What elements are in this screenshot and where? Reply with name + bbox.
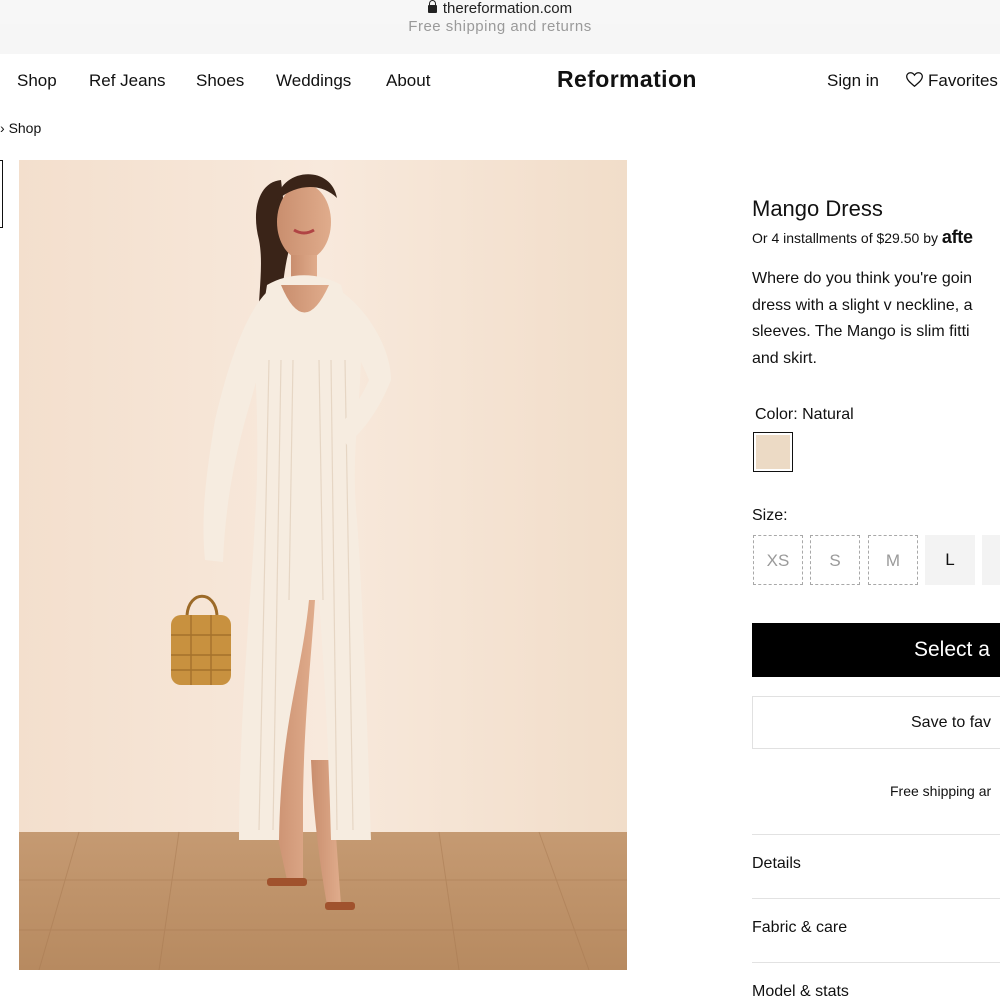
nav-weddings[interactable]: Weddings [276,71,351,91]
promo-text: Free shipping and returns [408,18,592,35]
size-s[interactable]: S [810,535,860,585]
save-label: Save to fav [911,714,992,731]
description-line: and skirt. [752,349,817,367]
divider [752,898,1000,899]
thumbnail-selected[interactable] [0,160,3,228]
size-label: Size: [752,507,788,524]
brand-logo[interactable]: Reformation [557,66,697,93]
save-to-favorites-button[interactable]: Save to fav [752,696,1000,749]
product-image[interactable] [19,160,627,970]
swatch-fill [756,435,790,469]
size-l[interactable]: L [925,535,975,585]
favorites-label: Favorites [928,71,998,90]
description-line: dress with a slight v neckline, a [752,296,973,314]
size-xl[interactable]: X [982,535,1000,585]
url-text: thereformation.com [442,0,573,17]
size-m[interactable]: M [868,535,918,585]
description-line: Where do you think you're goin [752,270,973,287]
divider [752,834,1000,835]
select-size-button[interactable]: Select a [752,623,1000,677]
product-photo-illustration [19,160,627,970]
url-display[interactable]: thereformation.com [0,0,1000,18]
shipping-note: Free shipping ar [890,783,992,799]
favorites-link[interactable]: Favorites [906,71,998,91]
heart-icon [906,72,923,88]
nav-about[interactable]: About [386,71,430,91]
accordion-model-stats[interactable]: Model & stats [752,983,849,1001]
product-description: Where do you think you're goin dress wit… [752,266,1000,372]
nav-shoes[interactable]: Shoes [196,71,244,91]
product-title: Mango Dress [752,196,883,221]
breadcrumb[interactable]: › Shop [0,120,41,136]
color-swatch-natural[interactable] [753,432,793,472]
divider [752,962,1000,963]
breadcrumb-arrow: › [0,120,5,136]
nav-ref-jeans[interactable]: Ref Jeans [89,71,166,91]
description-line: sleeves. The Mango is slim fitti [752,323,970,340]
breadcrumb-shop[interactable]: Shop [9,120,42,136]
nav-shop[interactable]: Shop [17,71,57,91]
accordion-details[interactable]: Details [752,855,801,873]
accordion-fabric-care[interactable]: Fabric & care [752,919,847,937]
lock-icon [427,0,437,13]
size-xs[interactable]: XS [753,535,803,585]
installments-text: Or 4 installments of $29.50 by [752,230,942,246]
color-label: Color: Natural [755,406,854,423]
select-size-label: Select a [914,638,990,661]
afterpay-logo[interactable]: afte [942,227,973,247]
installments-info: Or 4 installments of $29.50 by afte [752,227,973,248]
sign-in-link[interactable]: Sign in [827,71,879,91]
